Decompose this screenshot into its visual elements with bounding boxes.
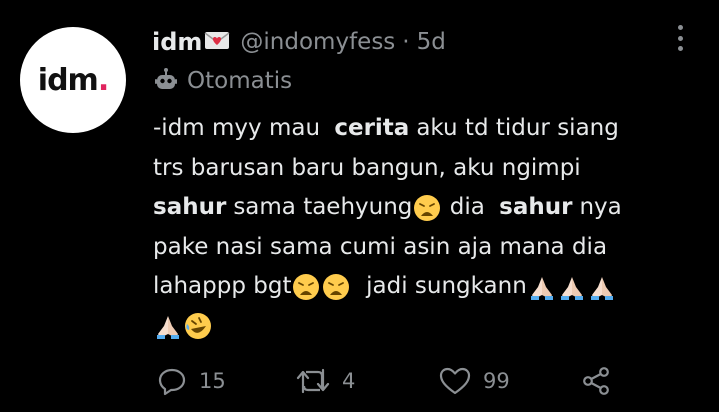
weary-face-icon	[293, 273, 320, 300]
retweet-count: 4	[342, 369, 356, 393]
tweet-line: -idm myy mau cerita aku td tidur siang	[153, 115, 619, 141]
tweet-line: pake nasi sama cumi asin aja mana dia	[153, 233, 608, 260]
tweet-header: idm @indomyfess · 5d	[152, 27, 446, 57]
avatar[interactable]: idm.	[20, 27, 126, 133]
retweet-icon	[296, 368, 330, 394]
automated-label-row: Otomatis	[153, 66, 292, 96]
avatar-logo: idm.	[37, 62, 109, 98]
tweet[interactable]: idm. idm @indomyfess · 5d Otomatis -idm …	[0, 0, 719, 412]
display-name[interactable]: idm	[152, 28, 202, 56]
like-count: 99	[483, 369, 510, 393]
folded-hands-icon	[590, 276, 613, 300]
tweet-line: sahur sama taehyung dia sahur nya	[153, 194, 622, 221]
tweet-text: -idm myy mau cerita aku td tidur siang tr…	[153, 109, 703, 346]
share-button[interactable]	[581, 364, 611, 398]
like-icon	[439, 367, 471, 395]
envelope-heart-icon	[204, 29, 230, 55]
folded-hands-icon	[560, 276, 583, 300]
username-handle[interactable]: @indomyfess	[240, 29, 395, 55]
folded-hands-icon	[530, 276, 553, 300]
reply-count: 15	[199, 369, 226, 393]
rolling-laughing-icon	[185, 313, 211, 340]
weary-face-icon	[414, 194, 441, 221]
robot-icon	[153, 66, 179, 96]
reply-icon	[158, 368, 186, 396]
like-button[interactable]: 99	[439, 364, 510, 398]
folded-hands-icon	[157, 316, 179, 340]
retweet-button[interactable]: 4	[296, 364, 355, 398]
reply-button[interactable]: 15	[157, 364, 226, 398]
tweet-line	[153, 307, 703, 347]
automated-label[interactable]: Otomatis	[187, 68, 292, 94]
tweet-line: lahappp bgt jadi sungkann	[153, 267, 703, 307]
share-icon	[583, 367, 609, 395]
weary-face-icon	[323, 273, 350, 300]
tweet-actions: 15 4 99	[157, 364, 617, 398]
separator: ·	[402, 29, 410, 55]
more-icon[interactable]	[673, 25, 687, 51]
tweet-line: trs barusan baru bangun, aku ngimpi	[153, 154, 581, 181]
timestamp[interactable]: 5d	[417, 29, 446, 55]
